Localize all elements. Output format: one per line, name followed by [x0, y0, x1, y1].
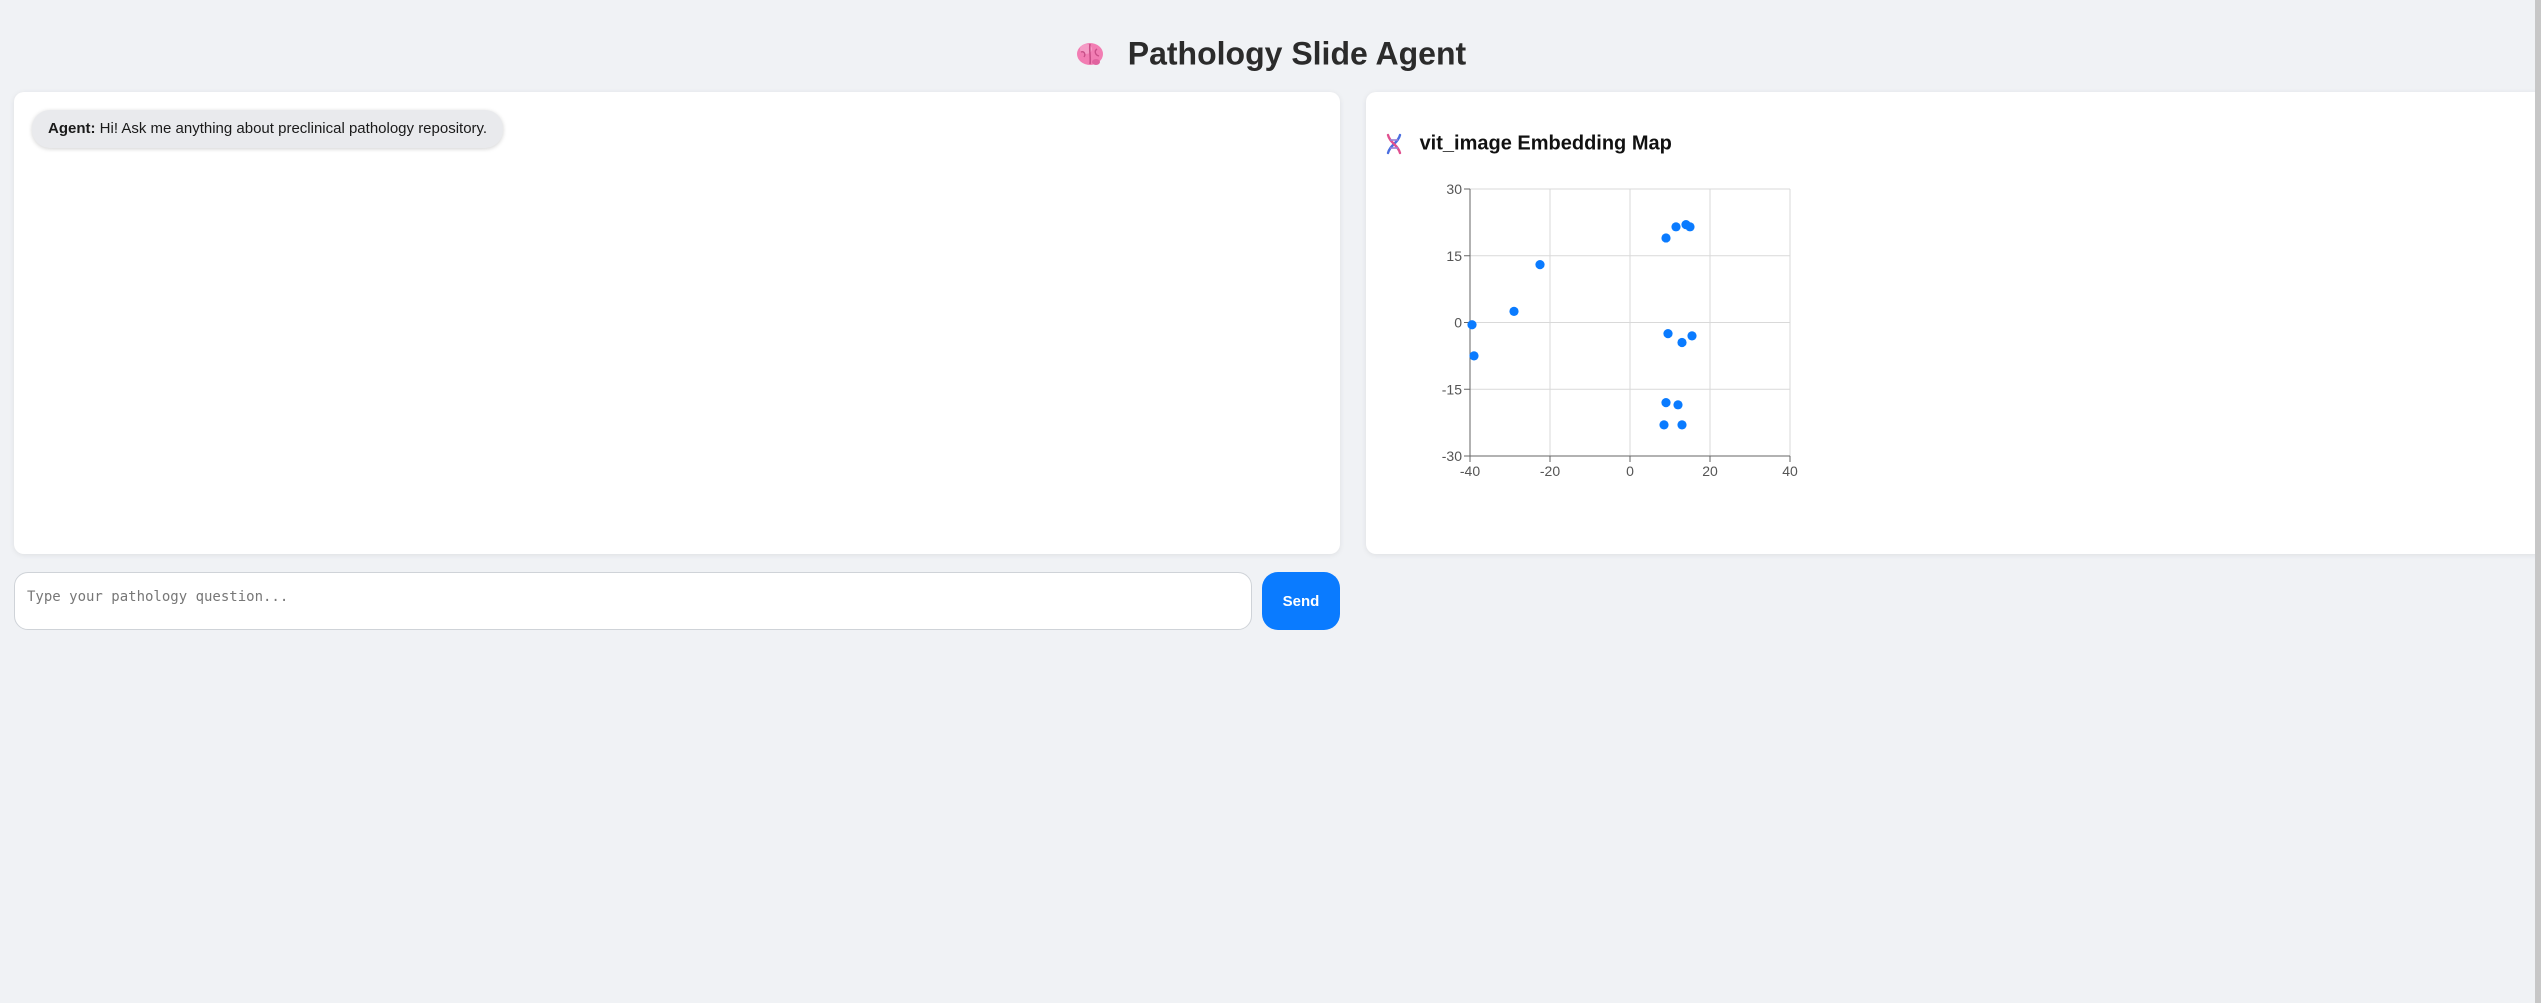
- page-title: Pathology Slide Agent: [0, 30, 2541, 75]
- scatter-point: [1467, 320, 1477, 330]
- x-tick-label: 40: [1782, 463, 1798, 479]
- scatter-point: [1469, 351, 1479, 361]
- x-tick-label: -20: [1540, 463, 1560, 479]
- y-tick-label: -30: [1442, 448, 1462, 464]
- scatter-point: [1677, 337, 1687, 348]
- scatter-point: [1659, 420, 1669, 430]
- y-tick-label: -15: [1442, 381, 1462, 397]
- chat-panel: Agent: Hi! Ask me anything about preclin…: [14, 92, 1340, 554]
- agent-message-text: Hi! Ask me anything about preclinical pa…: [99, 120, 488, 137]
- agent-message: Agent: Hi! Ask me anything about preclin…: [32, 110, 504, 148]
- scatter-point: [1673, 400, 1683, 410]
- embedding-scatter-plot[interactable]: -40 -20 0 20 40 30 15 0 -15 -30: [1366, 92, 2541, 554]
- x-tick-label: -40: [1460, 463, 1480, 479]
- x-tick-label: 0: [1626, 463, 1634, 479]
- agent-message-sender: Agent:: [48, 120, 96, 137]
- scatter-point: [1685, 222, 1695, 232]
- scatter-point: [1671, 222, 1681, 232]
- scatter-point: [1687, 331, 1697, 341]
- y-tick-label: 15: [1446, 248, 1462, 264]
- scatter-point: [1663, 329, 1673, 339]
- page-title-text: Pathology Slide Agent: [1127, 35, 1467, 72]
- scatter-point: [1661, 398, 1671, 408]
- send-button[interactable]: Send: [1262, 572, 1340, 630]
- brain-icon: [1076, 42, 1103, 65]
- scatter-point: [1535, 260, 1545, 270]
- page-scrollbar[interactable]: [2535, 0, 2541, 1003]
- embedding-map-panel: vit_image Embedding Map -40 -20 0 20 40 30 15 0…: [1366, 92, 2541, 554]
- question-input[interactable]: [14, 572, 1252, 630]
- x-tick-label: 20: [1702, 463, 1718, 479]
- scatter-point: [1661, 233, 1671, 243]
- scatter-point: [1677, 420, 1687, 430]
- scatter-point: [1509, 306, 1519, 316]
- y-tick-label: 0: [1454, 315, 1462, 331]
- y-tick-label: 30: [1446, 181, 1462, 197]
